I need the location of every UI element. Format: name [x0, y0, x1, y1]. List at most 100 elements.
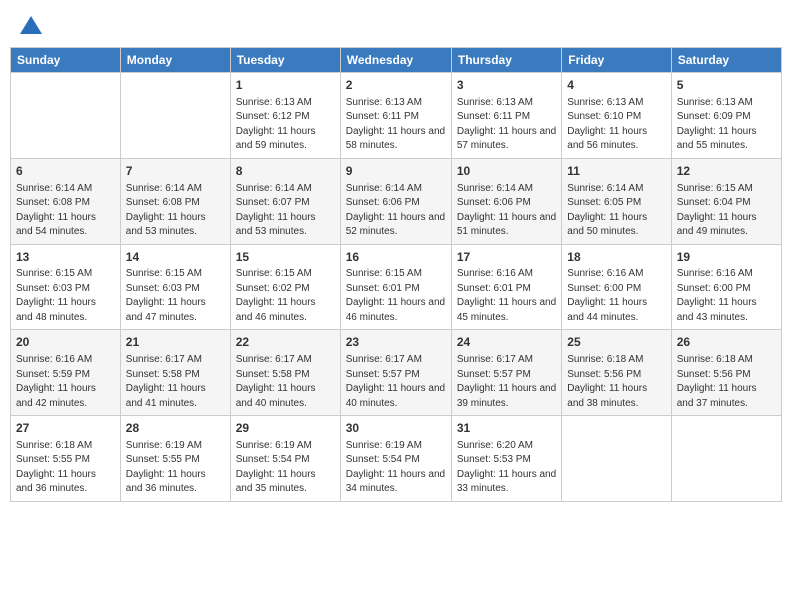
day-number: 2	[346, 77, 446, 94]
header-sunday: Sunday	[11, 48, 121, 73]
calendar-cell: 28 Sunrise: 6:19 AMSunset: 5:55 PMDayligh…	[120, 416, 230, 502]
day-info: Sunrise: 6:15 AMSunset: 6:01 PMDaylight:…	[346, 267, 446, 325]
calendar-cell: 5 Sunrise: 6:13 AMSunset: 6:09 PMDaylight…	[671, 73, 781, 159]
day-number: 17	[457, 249, 556, 266]
day-number: 29	[236, 420, 335, 437]
day-info: Sunrise: 6:15 AMSunset: 6:04 PMDaylight:…	[677, 182, 776, 240]
day-info: Sunrise: 6:14 AMSunset: 6:08 PMDaylight:…	[126, 182, 225, 240]
day-number: 22	[236, 334, 335, 351]
day-number: 23	[346, 334, 446, 351]
calendar-cell: 18Sunrise: 6:16 AMSunset: 6:00 PMDayligh…	[562, 244, 671, 330]
day-info: Sunrise: 6:20 AMSunset: 5:53 PMDaylight:…	[457, 439, 556, 497]
day-info: Sunrise: 6:18 AMSunset: 5:56 PMDaylight:…	[567, 353, 665, 411]
logo	[18, 16, 42, 39]
calendar-cell: 21Sunrise: 6:17 AMSunset: 5:58 PMDayligh…	[120, 330, 230, 416]
day-info: Sunrise: 6:15 AMSunset: 6:02 PMDaylight:…	[236, 267, 335, 325]
calendar-cell: 13Sunrise: 6:15 AMSunset: 6:03 PMDayligh…	[11, 244, 121, 330]
day-info: Sunrise: 6:14 AMSunset: 6:05 PMDaylight:…	[567, 182, 665, 240]
calendar-cell: 20 Sunrise: 6:16 AMSunset: 5:59 PMDayligh…	[11, 330, 121, 416]
day-info: Sunrise: 6:16 AMSunset: 6:01 PMDaylight:…	[457, 267, 556, 325]
day-number: 30	[346, 420, 446, 437]
calendar-cell: 1Sunrise: 6:13 AMSunset: 6:12 PMDaylight…	[230, 73, 340, 159]
day-info: Sunrise: 6:13 AMSunset: 6:10 PMDaylight:…	[567, 96, 665, 154]
calendar-week-1: 1Sunrise: 6:13 AMSunset: 6:12 PMDaylight…	[11, 73, 782, 159]
calendar-cell	[11, 73, 121, 159]
day-info: Sunrise: 6:13 AMSunset: 6:11 PMDaylight:…	[457, 96, 556, 154]
day-number: 4	[567, 77, 665, 94]
day-info: Sunrise: 6:14 AMSunset: 6:07 PMDaylight:…	[236, 182, 335, 240]
day-number: 28	[126, 420, 225, 437]
calendar-cell: 17Sunrise: 6:16 AMSunset: 6:01 PMDayligh…	[451, 244, 561, 330]
calendar-body: 1Sunrise: 6:13 AMSunset: 6:12 PMDaylight…	[11, 73, 782, 502]
day-number: 26	[677, 334, 776, 351]
logo-triangle-icon	[20, 16, 42, 34]
day-number: 25	[567, 334, 665, 351]
calendar-cell: 7 Sunrise: 6:14 AMSunset: 6:08 PMDaylight…	[120, 158, 230, 244]
day-number: 24	[457, 334, 556, 351]
calendar-header: SundayMondayTuesdayWednesdayThursdayFrid…	[11, 48, 782, 73]
day-info: Sunrise: 6:19 AMSunset: 5:54 PMDaylight:…	[346, 439, 446, 497]
calendar-week-3: 13Sunrise: 6:15 AMSunset: 6:03 PMDayligh…	[11, 244, 782, 330]
day-info: Sunrise: 6:15 AMSunset: 6:03 PMDaylight:…	[126, 267, 225, 325]
calendar-cell: 29 Sunrise: 6:19 AMSunset: 5:54 PMDayligh…	[230, 416, 340, 502]
day-number: 6	[16, 163, 115, 180]
day-number: 8	[236, 163, 335, 180]
calendar-cell: 19Sunrise: 6:16 AMSunset: 6:00 PMDayligh…	[671, 244, 781, 330]
header-monday: Monday	[120, 48, 230, 73]
day-info: Sunrise: 6:14 AMSunset: 6:06 PMDaylight:…	[346, 182, 446, 240]
day-info: Sunrise: 6:19 AMSunset: 5:55 PMDaylight:…	[126, 439, 225, 497]
day-info: Sunrise: 6:17 AMSunset: 5:57 PMDaylight:…	[346, 353, 446, 411]
day-info: Sunrise: 6:19 AMSunset: 5:54 PMDaylight:…	[236, 439, 335, 497]
calendar-cell: 6 Sunrise: 6:14 AMSunset: 6:08 PMDaylight…	[11, 158, 121, 244]
day-number: 5	[677, 77, 776, 94]
calendar-week-2: 6 Sunrise: 6:14 AMSunset: 6:08 PMDaylight…	[11, 158, 782, 244]
day-number: 16	[346, 249, 446, 266]
day-info: Sunrise: 6:13 AMSunset: 6:12 PMDaylight:…	[236, 96, 335, 154]
day-number: 19	[677, 249, 776, 266]
calendar-cell: 2 Sunrise: 6:13 AMSunset: 6:11 PMDaylight…	[340, 73, 451, 159]
day-info: Sunrise: 6:18 AMSunset: 5:56 PMDaylight:…	[677, 353, 776, 411]
day-number: 7	[126, 163, 225, 180]
day-info: Sunrise: 6:18 AMSunset: 5:55 PMDaylight:…	[16, 439, 115, 497]
day-info: Sunrise: 6:15 AMSunset: 6:03 PMDaylight:…	[16, 267, 115, 325]
day-number: 20	[16, 334, 115, 351]
day-info: Sunrise: 6:14 AMSunset: 6:08 PMDaylight:…	[16, 182, 115, 240]
calendar-cell: 23 Sunrise: 6:17 AMSunset: 5:57 PMDayligh…	[340, 330, 451, 416]
day-number: 13	[16, 249, 115, 266]
calendar-cell: 22 Sunrise: 6:17 AMSunset: 5:58 PMDayligh…	[230, 330, 340, 416]
calendar-cell: 9 Sunrise: 6:14 AMSunset: 6:06 PMDaylight…	[340, 158, 451, 244]
page-header	[10, 10, 782, 41]
calendar-cell: 31 Sunrise: 6:20 AMSunset: 5:53 PMDayligh…	[451, 416, 561, 502]
calendar-week-4: 20 Sunrise: 6:16 AMSunset: 5:59 PMDayligh…	[11, 330, 782, 416]
day-info: Sunrise: 6:17 AMSunset: 5:58 PMDaylight:…	[236, 353, 335, 411]
day-number: 10	[457, 163, 556, 180]
calendar-cell: 14Sunrise: 6:15 AMSunset: 6:03 PMDayligh…	[120, 244, 230, 330]
day-number: 27	[16, 420, 115, 437]
calendar-cell: 16Sunrise: 6:15 AMSunset: 6:01 PMDayligh…	[340, 244, 451, 330]
header-thursday: Thursday	[451, 48, 561, 73]
day-info: Sunrise: 6:16 AMSunset: 5:59 PMDaylight:…	[16, 353, 115, 411]
calendar-cell: 26 Sunrise: 6:18 AMSunset: 5:56 PMDayligh…	[671, 330, 781, 416]
calendar-cell: 3Sunrise: 6:13 AMSunset: 6:11 PMDaylight…	[451, 73, 561, 159]
calendar-table: SundayMondayTuesdayWednesdayThursdayFrid…	[10, 47, 782, 502]
day-number: 12	[677, 163, 776, 180]
day-number: 31	[457, 420, 556, 437]
calendar-cell: 25 Sunrise: 6:18 AMSunset: 5:56 PMDayligh…	[562, 330, 671, 416]
day-info: Sunrise: 6:13 AMSunset: 6:09 PMDaylight:…	[677, 96, 776, 154]
day-info: Sunrise: 6:13 AMSunset: 6:11 PMDaylight:…	[346, 96, 446, 154]
calendar-week-5: 27 Sunrise: 6:18 AMSunset: 5:55 PMDayligh…	[11, 416, 782, 502]
header-tuesday: Tuesday	[230, 48, 340, 73]
calendar-cell: 15Sunrise: 6:15 AMSunset: 6:02 PMDayligh…	[230, 244, 340, 330]
calendar-cell: 12 Sunrise: 6:15 AMSunset: 6:04 PMDayligh…	[671, 158, 781, 244]
day-info: Sunrise: 6:17 AMSunset: 5:57 PMDaylight:…	[457, 353, 556, 411]
header-friday: Friday	[562, 48, 671, 73]
day-number: 11	[567, 163, 665, 180]
header-saturday: Saturday	[671, 48, 781, 73]
day-number: 18	[567, 249, 665, 266]
calendar-cell	[120, 73, 230, 159]
calendar-cell	[562, 416, 671, 502]
day-info: Sunrise: 6:17 AMSunset: 5:58 PMDaylight:…	[126, 353, 225, 411]
day-number: 9	[346, 163, 446, 180]
day-info: Sunrise: 6:16 AMSunset: 6:00 PMDaylight:…	[567, 267, 665, 325]
header-wednesday: Wednesday	[340, 48, 451, 73]
